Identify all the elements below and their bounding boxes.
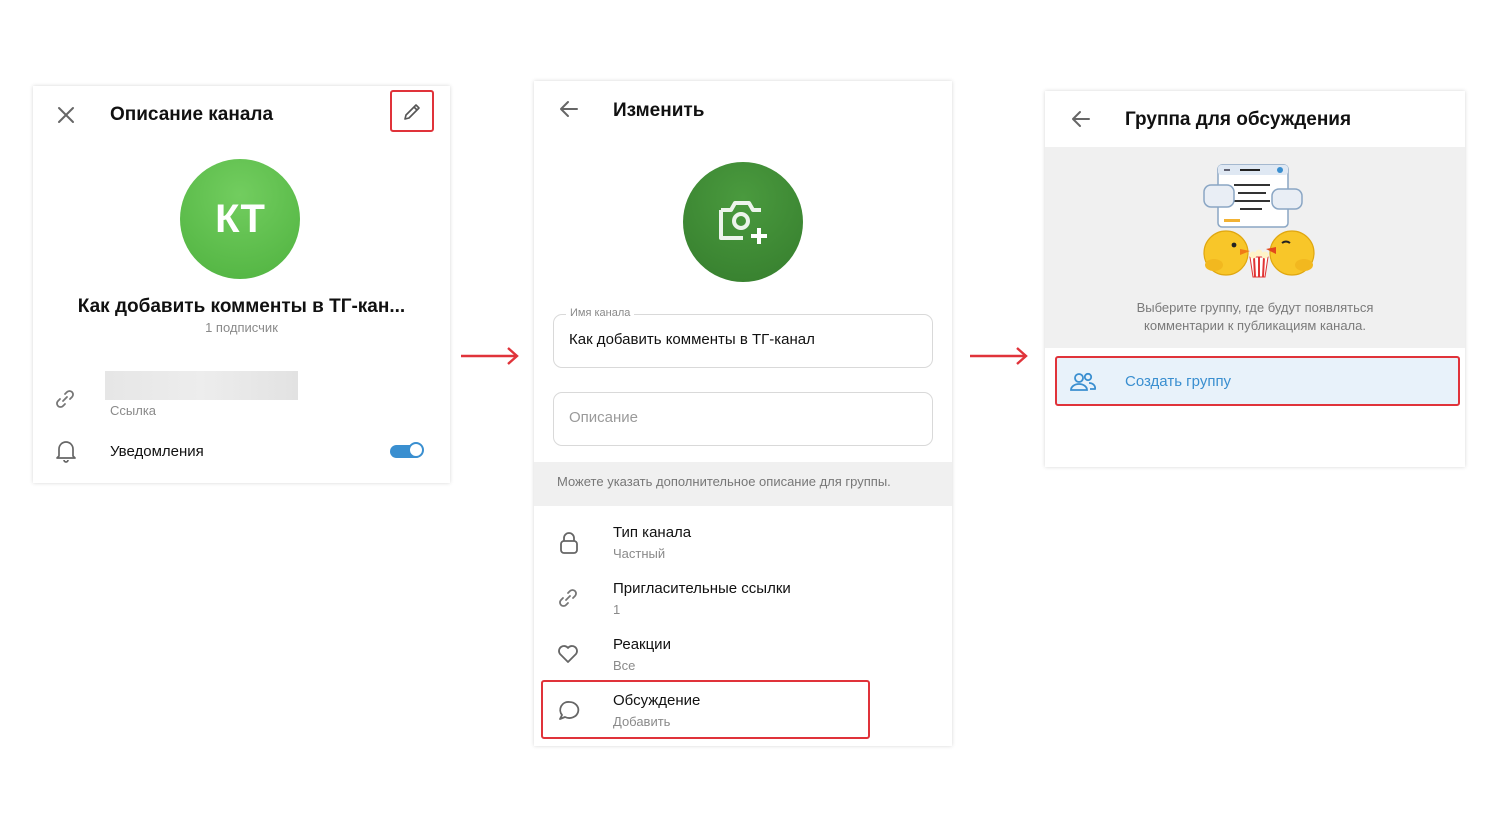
link-icon: [54, 388, 76, 410]
toggle-knob: [408, 442, 424, 458]
back-arrow-icon[interactable]: [1071, 110, 1091, 128]
camera-add-icon: [719, 201, 767, 244]
reactions-value: Все: [613, 658, 636, 673]
channel-name: Как добавить комменты в ТГ-кан...: [77, 296, 406, 317]
invite-links-title: Пригласительные ссылки: [613, 580, 791, 597]
info-section: Выберите группу, где будут появляться ко…: [1045, 147, 1465, 348]
page-title: Описание канала: [110, 104, 274, 125]
link-icon: [557, 587, 579, 609]
edit-channel-panel: Изменить Имя канала Как добавить коммент…: [534, 81, 952, 746]
notifications-toggle[interactable]: [390, 442, 424, 458]
close-icon[interactable]: [57, 106, 75, 124]
create-group-highlight: [1055, 356, 1460, 406]
description-placeholder: Описание: [569, 409, 639, 426]
channel-type-title: Тип канала: [613, 524, 692, 541]
avatar-upload-button[interactable]: [683, 162, 803, 282]
back-arrow-icon[interactable]: [559, 100, 579, 118]
channel-name-field-label: Имя канала: [566, 307, 635, 319]
invite-links-row[interactable]: Пригласительные ссылки 1: [534, 574, 952, 624]
subscriber-count: 1 подписчик: [205, 320, 278, 335]
channel-name-input-value[interactable]: Как добавить комменты в ТГ-канал: [569, 331, 815, 348]
invite-links-value: 1: [613, 602, 621, 617]
link-label: Ссылка: [110, 403, 157, 418]
avatar[interactable]: КТ: [180, 159, 300, 279]
discussion-group-panel: Группа для обсуждения Выберите группу, г…: [1045, 91, 1465, 467]
avatar-initials: КТ: [215, 196, 265, 241]
reactions-title: Реакции: [613, 636, 671, 653]
description-line-2: комментарии к публикациям канала.: [1144, 318, 1366, 333]
discussion-row-highlight: [541, 680, 870, 739]
channel-type-value: Частный: [613, 546, 666, 561]
bell-icon: [55, 439, 77, 463]
page-title: Изменить: [613, 100, 705, 121]
arrow-right-icon: [970, 346, 1030, 371]
channel-info-panel: Описание канала КТ Как добавить комменты…: [33, 86, 450, 483]
notifications-label: Уведомления: [110, 443, 204, 460]
lock-icon: [558, 531, 580, 555]
heart-icon: [557, 644, 579, 664]
link-value-redacted[interactable]: [105, 371, 298, 400]
arrow-right-icon: [461, 346, 521, 371]
pencil-icon[interactable]: [402, 102, 422, 122]
reactions-row[interactable]: Реакции Все: [534, 630, 952, 680]
page-title: Группа для обсуждения: [1125, 109, 1352, 130]
ducks-illustration: [1200, 161, 1320, 286]
channel-type-row[interactable]: Тип канала Частный: [534, 518, 952, 568]
description-line-1: Выберите группу, где будут появляться: [1136, 300, 1374, 315]
description-hint: Можете указать дополнительное описание д…: [557, 474, 891, 489]
description-hint-section: Можете указать дополнительное описание д…: [534, 462, 952, 506]
